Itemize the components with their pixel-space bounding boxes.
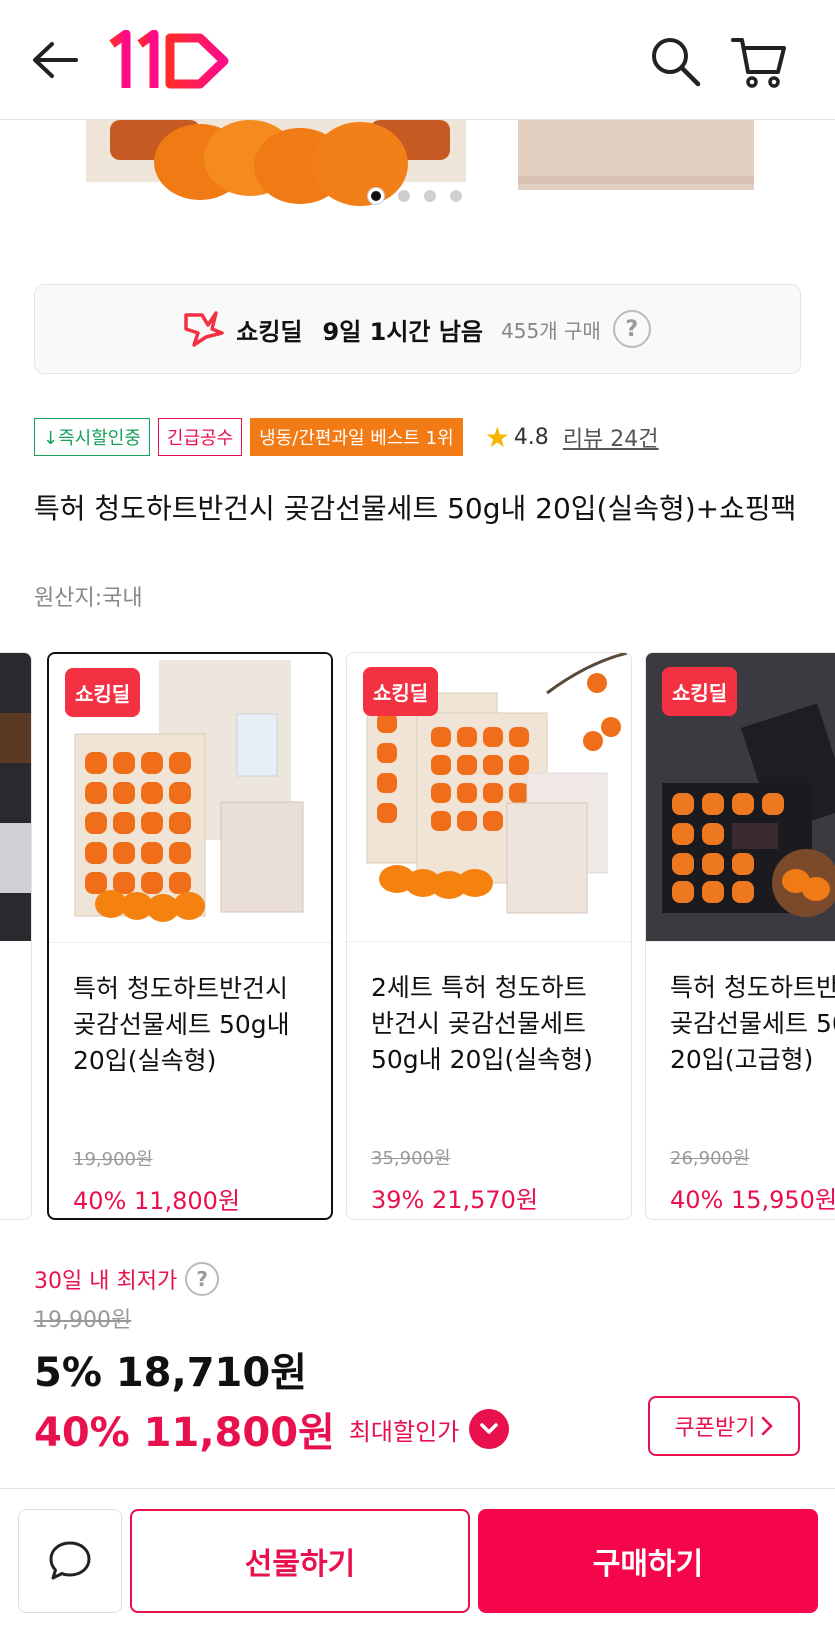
gift-button[interactable]: 선물하기 — [130, 1509, 470, 1613]
bottom-action-bar: 선물하기 구매하기 — [0, 1488, 835, 1630]
option-original-price: 26,900원 — [670, 1148, 750, 1169]
carousel-dot[interactable] — [450, 190, 462, 202]
badge-row: ↓즉시할인중 긴급공수 냉동/간편과일 베스트 1위 ★ 4.8 리뷰 24건 — [34, 418, 659, 456]
original-price: 19,900원 — [34, 1308, 132, 1333]
shocking-deal-banner: 쇼킹딜 9일 1시간 남음 455개 구매 ? — [34, 284, 801, 374]
option-body: 특허 청도하트반건시 곶감선물세트 50g내 20입(고급형) 26,900원 … — [646, 941, 835, 1215]
help-icon[interactable]: ? — [185, 1262, 220, 1296]
shocking-deal-badge: 쇼킹딜 — [363, 667, 439, 716]
shocking-deal-badge: 쇼킹딜 — [662, 667, 738, 716]
option-card-3[interactable]: 쇼킹딜 특허 청도하트반건시 곶감선물세트 50g내 20입(고급형) 26,9… — [645, 652, 835, 1220]
product-origin: 원산지:국내 — [34, 586, 143, 611]
option-sale-price: 40% 15,950원 — [670, 1186, 835, 1214]
deal-remaining-time: 9일 1시간 남음 — [322, 317, 484, 346]
option-card-2[interactable]: 쇼킹딜 2세트 특허 청도하트반건시 곶감선물세트 50g내 20입(실속형) … — [346, 652, 632, 1220]
option-image: 쇼킹딜 — [347, 653, 631, 941]
option-name: 특허 청도하트반건시 곶감선물세트 50g내 20입(고급형) — [670, 973, 835, 1074]
shocking-deal-badge: 쇼킹딜 — [65, 668, 141, 717]
option-body: 2세트 특허 청도하트반건시 곶감선물세트 50g내 20입(실속형) 35,9… — [347, 941, 631, 1215]
option-photo — [0, 713, 31, 893]
carousel-dot[interactable] — [424, 190, 436, 202]
chat-bubble-icon — [49, 1541, 91, 1580]
option-original-price: 19,900원 — [73, 1149, 153, 1170]
option-image: 쇼킹딜 — [49, 654, 331, 942]
help-icon[interactable]: ? — [612, 310, 651, 348]
rating: ★ 4.8 리뷰 24건 — [485, 421, 659, 454]
carousel-indicator — [368, 188, 462, 204]
coupon-label: 쿠폰받기 — [674, 1416, 756, 1441]
search-icon[interactable] — [648, 34, 702, 88]
back-arrow-icon[interactable] — [30, 38, 80, 82]
max-discount-price: 40% 11,800원 — [34, 1410, 335, 1456]
option-image — [0, 653, 31, 941]
eleven-street-logo[interactable] — [108, 30, 238, 92]
chat-button[interactable] — [18, 1509, 122, 1613]
chevron-down-icon[interactable] — [469, 1409, 510, 1449]
option-sale-price: 40% 11,800원 — [73, 1187, 241, 1215]
carousel-dot[interactable] — [398, 190, 410, 202]
urgent-shipping-badge: 긴급공수 — [157, 418, 243, 456]
option-body: 특허 청도하트반건시 곶감선물세트 50g내 20입(실속형) 19,900원 … — [49, 942, 331, 1216]
option-card-list[interactable]: 쇼킹딜 특허 청도하트반건시 곶감선물세트 50g내 20입(실속형) 19,9… — [0, 652, 835, 1222]
top-header — [0, 0, 835, 120]
instant-discount-badge: ↓즉시할인중 — [34, 418, 150, 456]
option-name: 2세트 특허 청도하트반건시 곶감선물세트 50g내 20입(실속형) — [371, 973, 593, 1074]
lowest-price-label: 30일 내 최저가 — [34, 1269, 178, 1294]
best-rank-badge[interactable]: 냉동/간편과일 베스트 1위 — [250, 418, 463, 456]
coupon-button[interactable]: 쿠폰받기 — [648, 1396, 800, 1456]
max-discount-label: 최대할인가 — [348, 1417, 460, 1446]
deal-purchase-count: 455개 구매 — [501, 318, 601, 343]
option-card-1[interactable]: 쇼킹딜 특허 청도하트반건시 곶감선물세트 50g내 20입(실속형) 19,9… — [47, 652, 333, 1220]
cart-icon[interactable] — [730, 32, 788, 90]
option-image: 쇼킹딜 — [646, 653, 835, 941]
current-price: 5% 18,710원 — [34, 1350, 307, 1396]
rating-value: 4.8 — [513, 424, 549, 450]
option-original-price: 35,900원 — [371, 1148, 451, 1169]
chevron-right-icon — [762, 1416, 774, 1436]
buy-button[interactable]: 구매하기 — [478, 1509, 818, 1613]
deal-name: 쇼킹딜 — [236, 317, 303, 346]
option-name: 특허 청도하트반건시 곶감선물세트 50g내 20입(실속형) — [73, 974, 290, 1075]
star-icon: ★ — [484, 420, 510, 454]
max-discount-row: 40% 11,800원 최대할인가 — [34, 1400, 510, 1458]
carousel-dot[interactable] — [368, 188, 384, 204]
option-sale-price: 39% 21,570원 — [371, 1186, 539, 1214]
shocking-deal-icon — [184, 311, 224, 347]
product-title: 특허 청도하트반건시 곶감선물세트 50g내 20입(실속형)+쇼핑팩 — [34, 492, 797, 525]
option-card-partial[interactable] — [0, 652, 32, 1220]
review-link[interactable]: 리뷰 24건 — [563, 421, 659, 453]
lowest-price-30days: 30일 내 최저가 ? — [34, 1262, 220, 1296]
